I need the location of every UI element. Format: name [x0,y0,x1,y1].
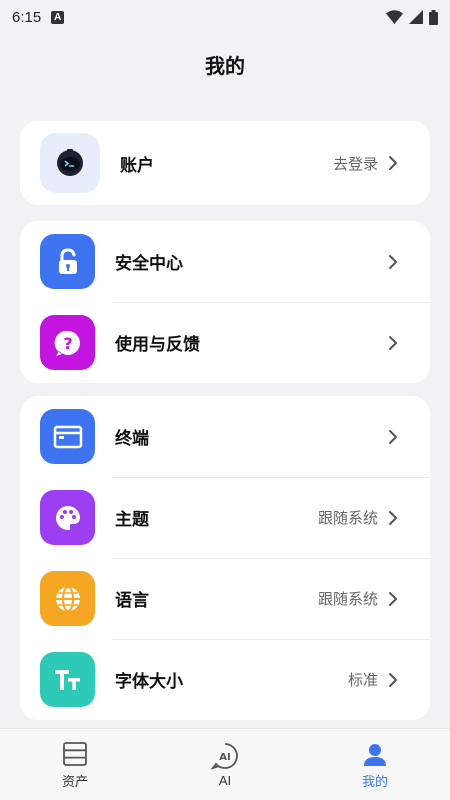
menu-item-language[interactable]: 语言 跟随系统 [20,558,430,639]
svg-text:?: ? [63,334,72,353]
notification-icon: A [51,10,65,24]
nav-profile[interactable]: 我的 [315,740,435,790]
nav-label: 资产 [61,773,88,789]
profile-icon [361,740,389,768]
wifi-icon [386,10,403,24]
svg-text:AI: AI [219,752,230,763]
menu-item-label: 主题 [115,510,149,529]
ai-icon: AI [211,742,239,770]
font-size-icon [40,652,95,707]
menu-item-label: 字体大小 [115,672,183,691]
nav-label: 我的 [361,773,388,789]
question-icon: ? [40,315,95,370]
status-time: 6:15 [12,8,42,26]
chevron-right-icon [388,591,400,607]
battery-icon [429,9,438,25]
menu-item-label: 终端 [115,429,149,448]
menu-item-value: 跟随系统 [317,510,378,527]
account-label: 账户 [120,155,154,175]
nav-ai[interactable]: AI AI [165,742,285,788]
palette-icon [40,490,95,545]
chevron-right-icon [388,510,400,526]
menu-item-terminal[interactable]: 终端 [20,396,430,477]
menu-item-feedback[interactable]: ? 使用与反馈 [20,302,430,383]
assets-icon [61,740,89,768]
nav-assets[interactable]: 资产 [15,740,135,790]
chevron-right-icon [388,254,400,270]
page-title: 我的 [205,56,245,78]
menu-item-font-size[interactable]: 字体大小 标准 [20,639,430,720]
menu-item-label: 使用与反馈 [115,335,200,354]
security-section-card: 安全中心 ? 使用与反馈 [20,221,430,383]
menu-item-value: 标准 [347,672,378,689]
login-link[interactable]: 去登录 [333,153,378,174]
chevron-right-icon [388,672,400,688]
settings-section-card: 终端 主题 跟随系统 语言 跟随系统 字体大小 标准 [20,396,430,720]
chevron-right-icon [388,155,400,171]
menu-item-value: 跟随系统 [317,591,378,608]
account-row[interactable]: 账户 去登录 [20,121,430,205]
chevron-right-icon [388,335,400,351]
chevron-right-icon [388,429,400,445]
status-bar: 6:15 A [0,0,450,34]
menu-item-label: 安全中心 [115,254,183,273]
lock-icon [40,234,95,289]
menu-item-security[interactable]: 安全中心 [20,221,430,302]
menu-item-label: 语言 [115,591,149,610]
robot-avatar-icon [40,133,100,193]
nav-label: AI [218,772,232,788]
globe-icon [40,571,95,626]
terminal-icon [40,409,95,464]
signal-icon [409,10,423,24]
menu-item-theme[interactable]: 主题 跟随系统 [20,477,430,558]
account-card: 账户 去登录 [20,121,430,205]
bottom-nav: 资产 AI AI 我的 [0,728,450,800]
